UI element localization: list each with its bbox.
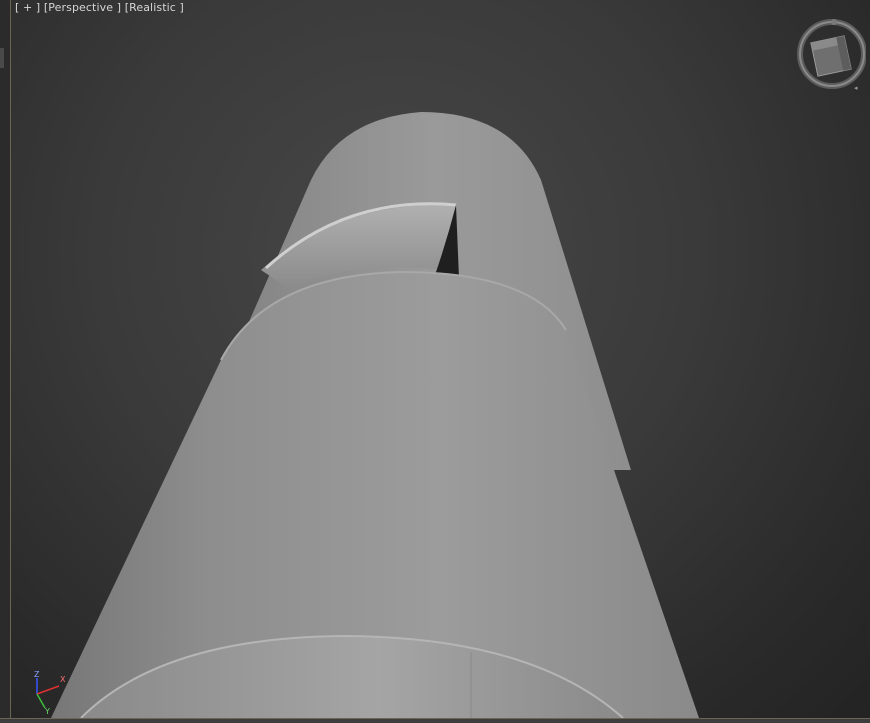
axis-z-label: Z [34, 670, 40, 679]
axis-x-label: X [60, 675, 66, 684]
3d-scene[interactable] [11, 0, 870, 718]
viewport-shading-mode[interactable]: [Realistic ] [125, 1, 184, 14]
axis-y-line [36, 693, 46, 709]
panel-handle[interactable] [0, 48, 4, 68]
perspective-viewport[interactable]: [ + ] [Perspective ] [Realistic ] ◂ Z X … [11, 0, 870, 718]
viewport-bottom-border [0, 718, 870, 723]
axis-tripod-icon: Z X Y [34, 670, 66, 716]
viewcube-icon[interactable]: ◂ [796, 16, 866, 92]
left-panel-strip [0, 0, 11, 722]
viewport-menu-plus[interactable]: [ + ] [15, 1, 40, 14]
axis-y-label: Y [44, 707, 50, 716]
viewport-label: [ + ] [Perspective ] [Realistic ] [15, 1, 184, 14]
axis-x-line [36, 685, 60, 695]
viewport-view-type[interactable]: [Perspective ] [44, 1, 121, 14]
svg-text:◂: ◂ [854, 84, 858, 92]
